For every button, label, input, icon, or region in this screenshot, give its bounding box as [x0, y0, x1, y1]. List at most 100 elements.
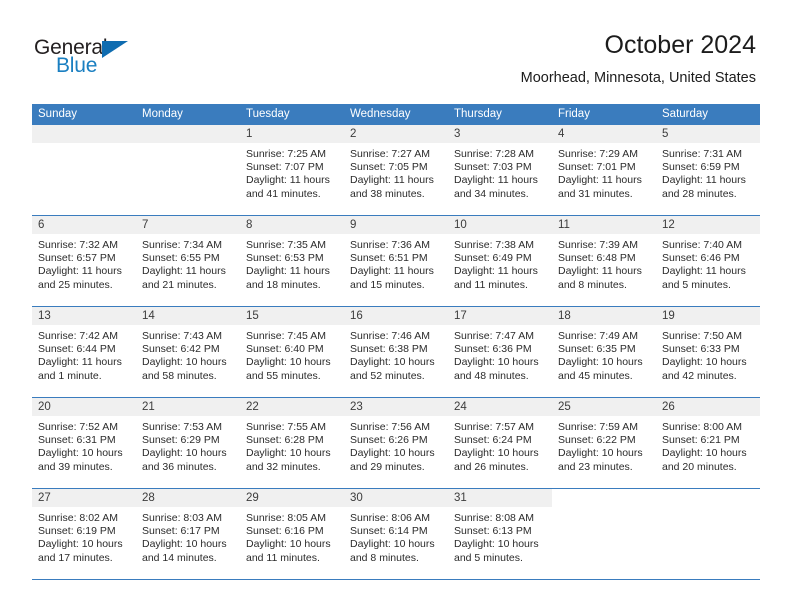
day-info: Sunrise: 7:34 AM Sunset: 6:55 PM Daylight:… [136, 235, 240, 292]
day-sunrise-text: Sunrise: 8:06 AM [350, 512, 430, 524]
day-info: Sunrise: 7:25 AM Sunset: 7:07 PM Daylight:… [240, 144, 344, 201]
day-sunset-text: Sunset: 6:46 PM [662, 252, 740, 265]
day-sunrise-text: Sunrise: 7:39 AM [558, 239, 638, 251]
day-number: 28 [142, 492, 155, 504]
day-cell[interactable]: 25 Sunrise: 7:59 AM Sunset: 6:22 PM Dayligh… [552, 398, 656, 488]
day-sunset-text: Sunset: 6:28 PM [246, 434, 324, 447]
day-sunset-text: Sunset: 6:21 PM [662, 434, 740, 447]
day-sunset-text: Sunset: 7:01 PM [558, 161, 636, 174]
day-cell[interactable]: 30 Sunrise: 8:06 AM Sunset: 6:14 PM Dayligh… [344, 489, 448, 579]
day-cell[interactable]: 11 Sunrise: 7:39 AM Sunset: 6:48 PM Dayligh… [552, 216, 656, 306]
day-daylight-l1-text: Daylight: 10 hours [454, 538, 539, 551]
day-cell[interactable]: 1 Sunrise: 7:25 AM Sunset: 7:07 PM Daylight… [240, 125, 344, 215]
day-info: Sunrise: 7:35 AM Sunset: 6:53 PM Daylight:… [240, 235, 344, 292]
day-sunset-text: Sunset: 6:55 PM [142, 252, 220, 265]
day-daylight-l2-text: and 11 minutes. [454, 278, 528, 291]
day-number: 7 [142, 219, 149, 231]
day-cell[interactable]: 13 Sunrise: 7:42 AM Sunset: 6:44 PM Dayligh… [32, 307, 136, 397]
day-number: 21 [142, 401, 155, 413]
day-cell[interactable]: 9 Sunrise: 7:36 AM Sunset: 6:51 PM Daylight… [344, 216, 448, 306]
day-daylight-l1-text: Daylight: 11 hours [558, 174, 642, 187]
day-daylight-l2-text: and 28 minutes. [662, 187, 737, 200]
day-cell[interactable]: 5 Sunrise: 7:31 AM Sunset: 6:59 PM Daylight… [656, 125, 760, 215]
day-daylight-l2-text: and 8 minutes. [558, 278, 627, 291]
day-sunrise-text: Sunrise: 7:31 AM [662, 148, 742, 160]
day-sunset-text: Sunset: 6:49 PM [454, 252, 532, 265]
day-number: 1 [246, 128, 253, 140]
day-cell[interactable]: 6 Sunrise: 7:32 AM Sunset: 6:57 PM Daylight… [32, 216, 136, 306]
day-cell[interactable]: 27 Sunrise: 8:02 AM Sunset: 6:19 PM Dayligh… [32, 489, 136, 579]
day-sunrise-text: Sunrise: 7:35 AM [246, 239, 326, 251]
day-daylight-l2-text: and 21 minutes. [142, 278, 217, 291]
day-cell[interactable]: 8 Sunrise: 7:35 AM Sunset: 6:53 PM Daylight… [240, 216, 344, 306]
day-cell[interactable]: 18 Sunrise: 7:49 AM Sunset: 6:35 PM Dayligh… [552, 307, 656, 397]
day-cell-empty [32, 125, 136, 215]
day-sunset-text: Sunset: 7:07 PM [246, 161, 324, 174]
day-daylight-l1-text: Daylight: 11 hours [142, 265, 226, 278]
day-cell[interactable]: 3 Sunrise: 7:28 AM Sunset: 7:03 PM Daylight… [448, 125, 552, 215]
day-daylight-l1-text: Daylight: 10 hours [142, 356, 227, 369]
day-cell[interactable]: 28 Sunrise: 8:03 AM Sunset: 6:17 PM Dayligh… [136, 489, 240, 579]
day-cell[interactable]: 23 Sunrise: 7:56 AM Sunset: 6:26 PM Dayligh… [344, 398, 448, 488]
day-daylight-l1-text: Daylight: 10 hours [558, 447, 643, 460]
day-info: Sunrise: 7:52 AM Sunset: 6:31 PM Daylight:… [32, 417, 136, 474]
day-info: Sunrise: 8:02 AM Sunset: 6:19 PM Daylight:… [32, 508, 136, 565]
day-cell[interactable]: 24 Sunrise: 7:57 AM Sunset: 6:24 PM Dayligh… [448, 398, 552, 488]
day-cell[interactable]: 19 Sunrise: 7:50 AM Sunset: 6:33 PM Dayligh… [656, 307, 760, 397]
day-number-strip [136, 125, 240, 144]
day-cell[interactable]: 10 Sunrise: 7:38 AM Sunset: 6:49 PM Dayligh… [448, 216, 552, 306]
day-sunset-text: Sunset: 6:48 PM [558, 252, 636, 265]
day-sunrise-text: Sunrise: 7:57 AM [454, 421, 534, 433]
day-daylight-l1-text: Daylight: 10 hours [662, 447, 747, 460]
calendar-week-row: 1 Sunrise: 7:25 AM Sunset: 7:07 PM Daylight… [32, 125, 760, 216]
day-daylight-l1-text: Daylight: 11 hours [662, 265, 746, 278]
day-cell[interactable]: 21 Sunrise: 7:53 AM Sunset: 6:29 PM Dayligh… [136, 398, 240, 488]
day-sunset-text: Sunset: 6:42 PM [142, 343, 220, 356]
day-sunrise-text: Sunrise: 7:34 AM [142, 239, 222, 251]
day-info: Sunrise: 7:39 AM Sunset: 6:48 PM Daylight:… [552, 235, 656, 292]
day-cell[interactable]: 7 Sunrise: 7:34 AM Sunset: 6:55 PM Daylight… [136, 216, 240, 306]
day-cell[interactable]: 12 Sunrise: 7:40 AM Sunset: 6:46 PM Dayligh… [656, 216, 760, 306]
day-cell[interactable]: 29 Sunrise: 8:05 AM Sunset: 6:16 PM Dayligh… [240, 489, 344, 579]
day-daylight-l1-text: Daylight: 10 hours [246, 538, 331, 551]
day-number: 27 [38, 492, 51, 504]
calendar-week-row: 13 Sunrise: 7:42 AM Sunset: 6:44 PM Dayligh… [32, 307, 760, 398]
day-number: 9 [350, 219, 357, 231]
day-cell[interactable]: 14 Sunrise: 7:43 AM Sunset: 6:42 PM Dayligh… [136, 307, 240, 397]
day-daylight-l1-text: Daylight: 10 hours [246, 356, 331, 369]
day-daylight-l1-text: Daylight: 11 hours [246, 174, 330, 187]
day-sunrise-text: Sunrise: 8:03 AM [142, 512, 222, 524]
day-cell[interactable]: 26 Sunrise: 8:00 AM Sunset: 6:21 PM Dayligh… [656, 398, 760, 488]
day-cell[interactable]: 20 Sunrise: 7:52 AM Sunset: 6:31 PM Dayligh… [32, 398, 136, 488]
day-daylight-l1-text: Daylight: 10 hours [38, 538, 123, 551]
day-cell-empty [136, 125, 240, 215]
day-cell[interactable]: 4 Sunrise: 7:29 AM Sunset: 7:01 PM Daylight… [552, 125, 656, 215]
day-daylight-l2-text: and 5 minutes. [662, 278, 731, 291]
day-sunrise-text: Sunrise: 7:36 AM [350, 239, 430, 251]
day-info: Sunrise: 7:49 AM Sunset: 6:35 PM Daylight:… [552, 326, 656, 383]
day-daylight-l1-text: Daylight: 10 hours [38, 447, 123, 460]
general-blue-logo[interactable]: General Blue [34, 36, 174, 86]
day-number: 18 [558, 310, 571, 322]
day-sunset-text: Sunset: 7:03 PM [454, 161, 532, 174]
calendar-weeks: 1 Sunrise: 7:25 AM Sunset: 7:07 PM Daylight… [32, 125, 760, 580]
day-cell[interactable]: 15 Sunrise: 7:45 AM Sunset: 6:40 PM Dayligh… [240, 307, 344, 397]
day-number: 10 [454, 219, 467, 231]
day-daylight-l1-text: Daylight: 11 hours [350, 174, 434, 187]
day-sunset-text: Sunset: 6:40 PM [246, 343, 324, 356]
day-sunset-text: Sunset: 6:17 PM [142, 525, 220, 538]
day-sunset-text: Sunset: 6:59 PM [662, 161, 740, 174]
weekday-header-row: Sunday Monday Tuesday Wednesday Thursday Frid… [32, 104, 760, 125]
calendar-page: General Blue October 2024 Moorhead, Minn… [0, 0, 792, 612]
day-info: Sunrise: 7:56 AM Sunset: 6:26 PM Daylight:… [344, 417, 448, 474]
day-info: Sunrise: 8:03 AM Sunset: 6:17 PM Daylight:… [136, 508, 240, 565]
day-info: Sunrise: 7:57 AM Sunset: 6:24 PM Daylight:… [448, 417, 552, 474]
day-cell[interactable]: 22 Sunrise: 7:55 AM Sunset: 6:28 PM Dayligh… [240, 398, 344, 488]
day-cell[interactable]: 16 Sunrise: 7:46 AM Sunset: 6:38 PM Dayligh… [344, 307, 448, 397]
day-sunset-text: Sunset: 6:51 PM [350, 252, 428, 265]
day-cell[interactable]: 17 Sunrise: 7:47 AM Sunset: 6:36 PM Dayligh… [448, 307, 552, 397]
day-cell[interactable]: 31 Sunrise: 8:08 AM Sunset: 6:13 PM Dayligh… [448, 489, 552, 579]
day-cell[interactable]: 2 Sunrise: 7:27 AM Sunset: 7:05 PM Daylight… [344, 125, 448, 215]
day-number: 25 [558, 401, 571, 413]
day-daylight-l1-text: Daylight: 10 hours [350, 447, 435, 460]
